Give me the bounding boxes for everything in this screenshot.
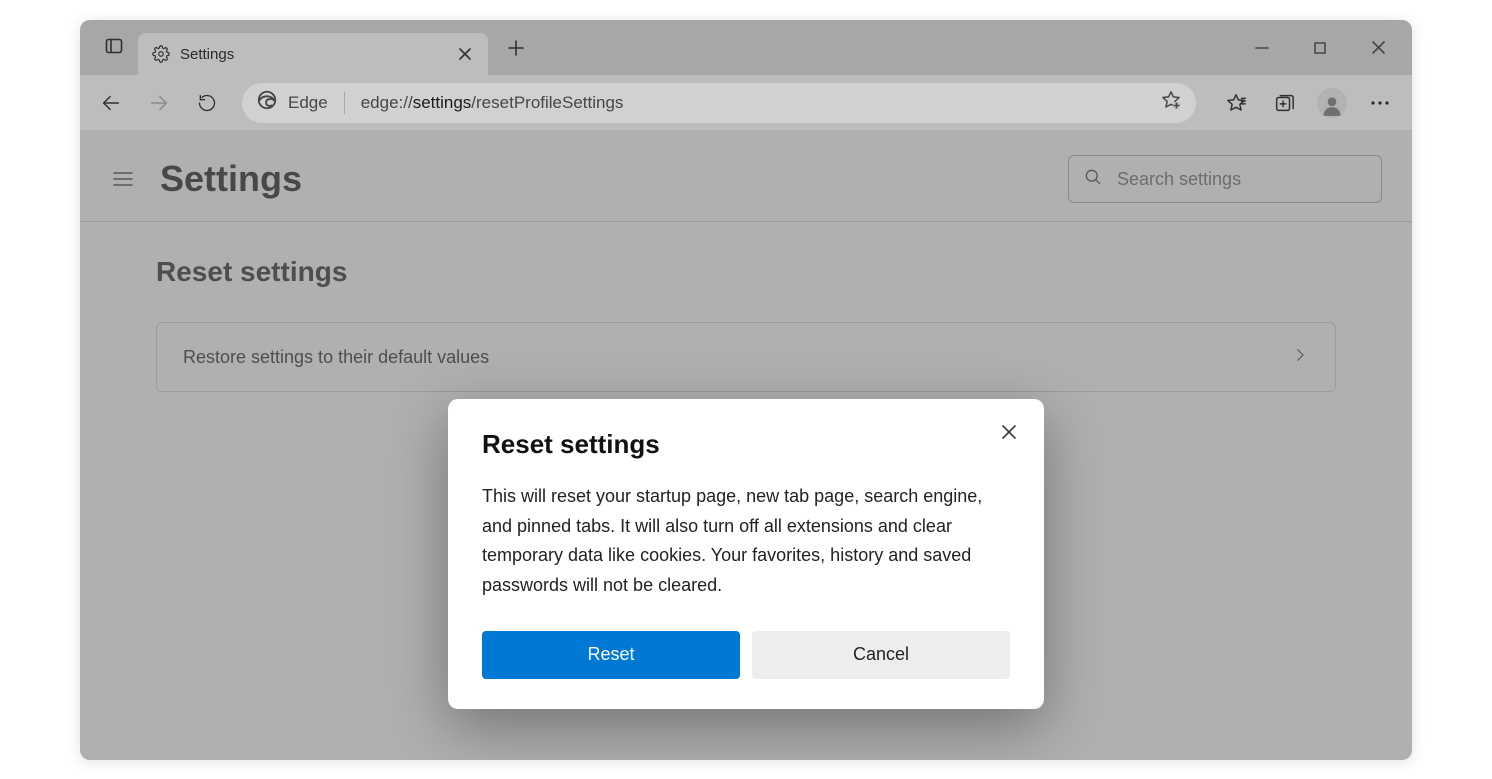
address-brand-label: Edge bbox=[288, 93, 328, 113]
reset-settings-dialog: Reset settings This will reset your star… bbox=[448, 399, 1044, 709]
favorites-hub-button[interactable] bbox=[1214, 81, 1258, 125]
more-menu-button[interactable] bbox=[1358, 81, 1402, 125]
reset-button[interactable]: Reset bbox=[482, 631, 740, 679]
toolbar: Edge edge://settings/resetProfileSetting… bbox=[80, 75, 1412, 131]
refresh-button[interactable] bbox=[186, 82, 228, 124]
titlebar: Settings bbox=[80, 20, 1412, 75]
cancel-button[interactable]: Cancel bbox=[752, 631, 1010, 679]
tab-close-button[interactable] bbox=[452, 41, 478, 67]
tab-settings[interactable]: Settings bbox=[138, 33, 488, 75]
window-close-button[interactable] bbox=[1350, 27, 1406, 69]
address-bar[interactable]: Edge edge://settings/resetProfileSetting… bbox=[242, 83, 1196, 123]
browser-window: Settings E bbox=[80, 20, 1412, 760]
url-scheme: edge:// bbox=[361, 93, 413, 112]
toolbar-actions bbox=[1210, 81, 1402, 125]
maximize-button[interactable] bbox=[1292, 27, 1348, 69]
back-button[interactable] bbox=[90, 82, 132, 124]
url-path: /resetProfileSettings bbox=[471, 93, 623, 112]
dialog-button-row: Reset Cancel bbox=[482, 631, 1010, 679]
window-controls bbox=[1234, 20, 1412, 75]
gear-icon bbox=[152, 45, 170, 63]
tab-strip: Settings bbox=[80, 20, 1234, 75]
dialog-title: Reset settings bbox=[482, 429, 1010, 460]
edge-logo-icon bbox=[256, 89, 278, 116]
profile-button[interactable] bbox=[1310, 81, 1354, 125]
address-url: edge://settings/resetProfileSettings bbox=[361, 93, 1150, 113]
content-area: Settings Reset settings Restore settings… bbox=[80, 131, 1412, 760]
collections-button[interactable] bbox=[1262, 81, 1306, 125]
url-host: settings bbox=[413, 93, 472, 112]
forward-button[interactable] bbox=[138, 82, 180, 124]
avatar-icon bbox=[1317, 88, 1347, 118]
address-divider bbox=[344, 92, 345, 114]
add-favorite-icon[interactable] bbox=[1160, 89, 1182, 116]
tab-actions-button[interactable] bbox=[96, 28, 132, 64]
dialog-close-button[interactable] bbox=[994, 417, 1024, 447]
minimize-button[interactable] bbox=[1234, 27, 1290, 69]
dialog-body: This will reset your startup page, new t… bbox=[482, 482, 1010, 601]
new-tab-button[interactable] bbox=[496, 28, 536, 68]
tab-title: Settings bbox=[180, 46, 442, 63]
